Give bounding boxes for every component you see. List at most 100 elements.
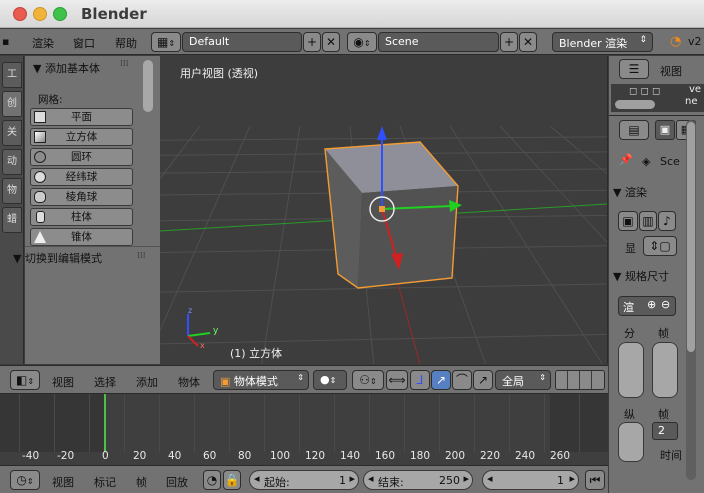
translate-manipulator-button[interactable]: ↗: [431, 370, 451, 390]
editor-type-button[interactable]: ◧⇕: [10, 370, 40, 390]
pivot-point-select[interactable]: ⚇⇕: [352, 370, 384, 390]
3d-viewport[interactable]: 用户视图 (透视) (1) 立方体 z y x: [160, 56, 608, 364]
timeline-area[interactable]: -40 -20 0 20 40 60 80 100 120 140 160 18…: [0, 393, 608, 465]
outliner-view-menu[interactable]: 视图: [660, 63, 682, 79]
add-circle-label: 圆环: [71, 151, 92, 163]
tab-grease-pencil[interactable]: 蜡: [2, 207, 22, 233]
add-cube-button[interactable]: 立方体: [30, 128, 133, 146]
frame-rate-select[interactable]: 2: [652, 422, 678, 440]
menu-add[interactable]: 添加: [136, 374, 158, 390]
layer-buttons[interactable]: [555, 370, 605, 390]
resolution-fields[interactable]: [618, 342, 644, 398]
menu-marker[interactable]: 标记: [94, 474, 116, 490]
add-cylinder-button[interactable]: 柱体: [30, 208, 133, 226]
decrement-icon[interactable]: ◂: [487, 472, 493, 485]
render-preset-select[interactable]: 渲 ⊕ ⊖: [618, 296, 676, 316]
increment-icon[interactable]: ▸: [569, 472, 575, 485]
viewport-shading-select[interactable]: ●⇕: [313, 370, 347, 390]
playhead-line[interactable]: [104, 394, 106, 452]
scene-selector[interactable]: ◉⇕: [347, 32, 377, 52]
cube-object[interactable]: [324, 141, 459, 289]
properties-scrollbar-thumb[interactable]: [687, 122, 695, 352]
menu-help[interactable]: 帮助: [115, 35, 137, 51]
minimize-window-button[interactable]: [33, 7, 47, 21]
dimensions-panel-title[interactable]: ▼ 规格尺寸: [613, 268, 669, 284]
drag-handle-icon[interactable]: ⁞⁞⁞: [120, 59, 129, 69]
menu-object[interactable]: 物体: [178, 374, 200, 390]
jump-to-start-icon[interactable]: ⏮: [585, 470, 605, 490]
interaction-mode-select[interactable]: ▣ 物体模式 ⇕: [213, 370, 309, 390]
menu-select[interactable]: 选择: [94, 374, 116, 390]
menu-playback[interactable]: 回放: [166, 474, 188, 490]
render-audio-button[interactable]: ♪: [658, 211, 676, 231]
remove-layout-button[interactable]: ✕: [322, 32, 340, 52]
lock-icon[interactable]: 🔒: [223, 470, 241, 490]
remove-scene-button[interactable]: ✕: [519, 32, 537, 52]
tab-tools[interactable]: 工: [2, 62, 22, 88]
outliner-editor-type-button[interactable]: ☰: [619, 59, 649, 79]
add-layout-button[interactable]: +: [303, 32, 321, 52]
tab-relations[interactable]: 关: [2, 120, 22, 146]
start-frame-field[interactable]: ◂ 起始: 1 ▸: [249, 470, 359, 490]
drag-handle-icon[interactable]: ⁞⁞⁞: [137, 251, 146, 261]
record-toggle[interactable]: ◔: [203, 470, 221, 490]
increment-icon[interactable]: ▸: [463, 472, 469, 485]
remove-preset-icon[interactable]: ⊖: [661, 298, 670, 311]
decrement-icon[interactable]: ◂: [254, 472, 260, 485]
aspect-fields[interactable]: [618, 422, 644, 462]
screen-layout-selector[interactable]: ▦⇕: [151, 32, 181, 52]
display-select[interactable]: ⇕▢: [643, 236, 677, 256]
timeline-editor-type-button[interactable]: ◷⇕: [10, 470, 40, 490]
menu-window[interactable]: 窗口: [73, 35, 95, 51]
end-frame-value: 250: [439, 474, 460, 487]
tab-physics[interactable]: 物: [2, 178, 22, 204]
add-ico-sphere-button[interactable]: 棱角球: [30, 188, 133, 206]
scene-field[interactable]: Scene: [378, 32, 499, 52]
menu-timeline-view[interactable]: 视图: [52, 474, 74, 490]
menu-frame[interactable]: 帧: [136, 474, 147, 490]
tab-create[interactable]: 创: [2, 91, 22, 117]
chevron-updown-icon: ⇕: [27, 377, 35, 386]
timeline-tick: 180: [410, 450, 431, 462]
list-icon: ☰: [628, 62, 640, 76]
timeline-tick: 120: [305, 450, 326, 462]
scale-manipulator-button[interactable]: ↗: [473, 370, 493, 390]
frame-range-fields[interactable]: [652, 342, 678, 398]
add-uv-sphere-button[interactable]: 经纬球: [30, 168, 133, 186]
render-animation-button[interactable]: ▥: [639, 211, 657, 231]
end-frame-field[interactable]: ◂ 结束: 250 ▸: [363, 470, 473, 490]
panel-add-primitive-title[interactable]: ▼ 添加基本体: [33, 60, 100, 76]
increment-icon[interactable]: ▸: [349, 472, 355, 485]
add-preset-icon[interactable]: ⊕: [647, 298, 656, 311]
add-circle-button[interactable]: 圆环: [30, 148, 133, 166]
current-frame-field[interactable]: ◂ 1 ▸: [482, 470, 579, 490]
pin-icon[interactable]: 📌: [619, 153, 633, 166]
panel-toggle-edit-mode-title[interactable]: ▼ 切换到编辑模式: [13, 250, 102, 266]
timeline-ruler[interactable]: -40 -20 0 20 40 60 80 100 120 140 160 18…: [0, 450, 608, 466]
transform-orientation-select[interactable]: 全局 ⇕: [495, 370, 551, 390]
outliner-scrollbar[interactable]: [615, 100, 655, 109]
render-panel-title[interactable]: ▼ 渲染: [613, 184, 647, 200]
properties-scrollbar[interactable]: [686, 120, 696, 480]
outliner-tree[interactable]: ◻ ◻ ◻ ne ve: [611, 84, 704, 112]
render-tab-camera-icon[interactable]: ▣: [655, 120, 675, 140]
add-cone-button[interactable]: 锥体: [30, 228, 133, 246]
menu-render[interactable]: 渲染: [32, 35, 54, 51]
transform-gizmo-toggle[interactable]: ⟺: [386, 370, 408, 390]
render-engine-select[interactable]: Blender 渲染 ⇕: [552, 32, 653, 52]
rotate-manipulator-button[interactable]: ⌒: [452, 370, 472, 390]
add-plane-button[interactable]: 平面: [30, 108, 133, 126]
maximize-window-button[interactable]: [53, 7, 67, 21]
decrement-icon[interactable]: ◂: [368, 472, 374, 485]
cube-icon: ◧: [15, 373, 28, 387]
start-frame-label: 起始:: [264, 476, 290, 489]
menu-view[interactable]: 视图: [52, 374, 74, 390]
tab-animation[interactable]: 动: [2, 149, 22, 175]
shelf-scrollbar[interactable]: [143, 60, 153, 112]
add-scene-button[interactable]: +: [500, 32, 518, 52]
screen-layout-field[interactable]: Default: [182, 32, 302, 52]
render-image-button[interactable]: ▣: [618, 211, 638, 231]
manipulator-toggle[interactable]: ⅃: [410, 370, 430, 390]
properties-editor-type-button[interactable]: ▤: [619, 120, 649, 140]
close-window-button[interactable]: [13, 7, 27, 21]
